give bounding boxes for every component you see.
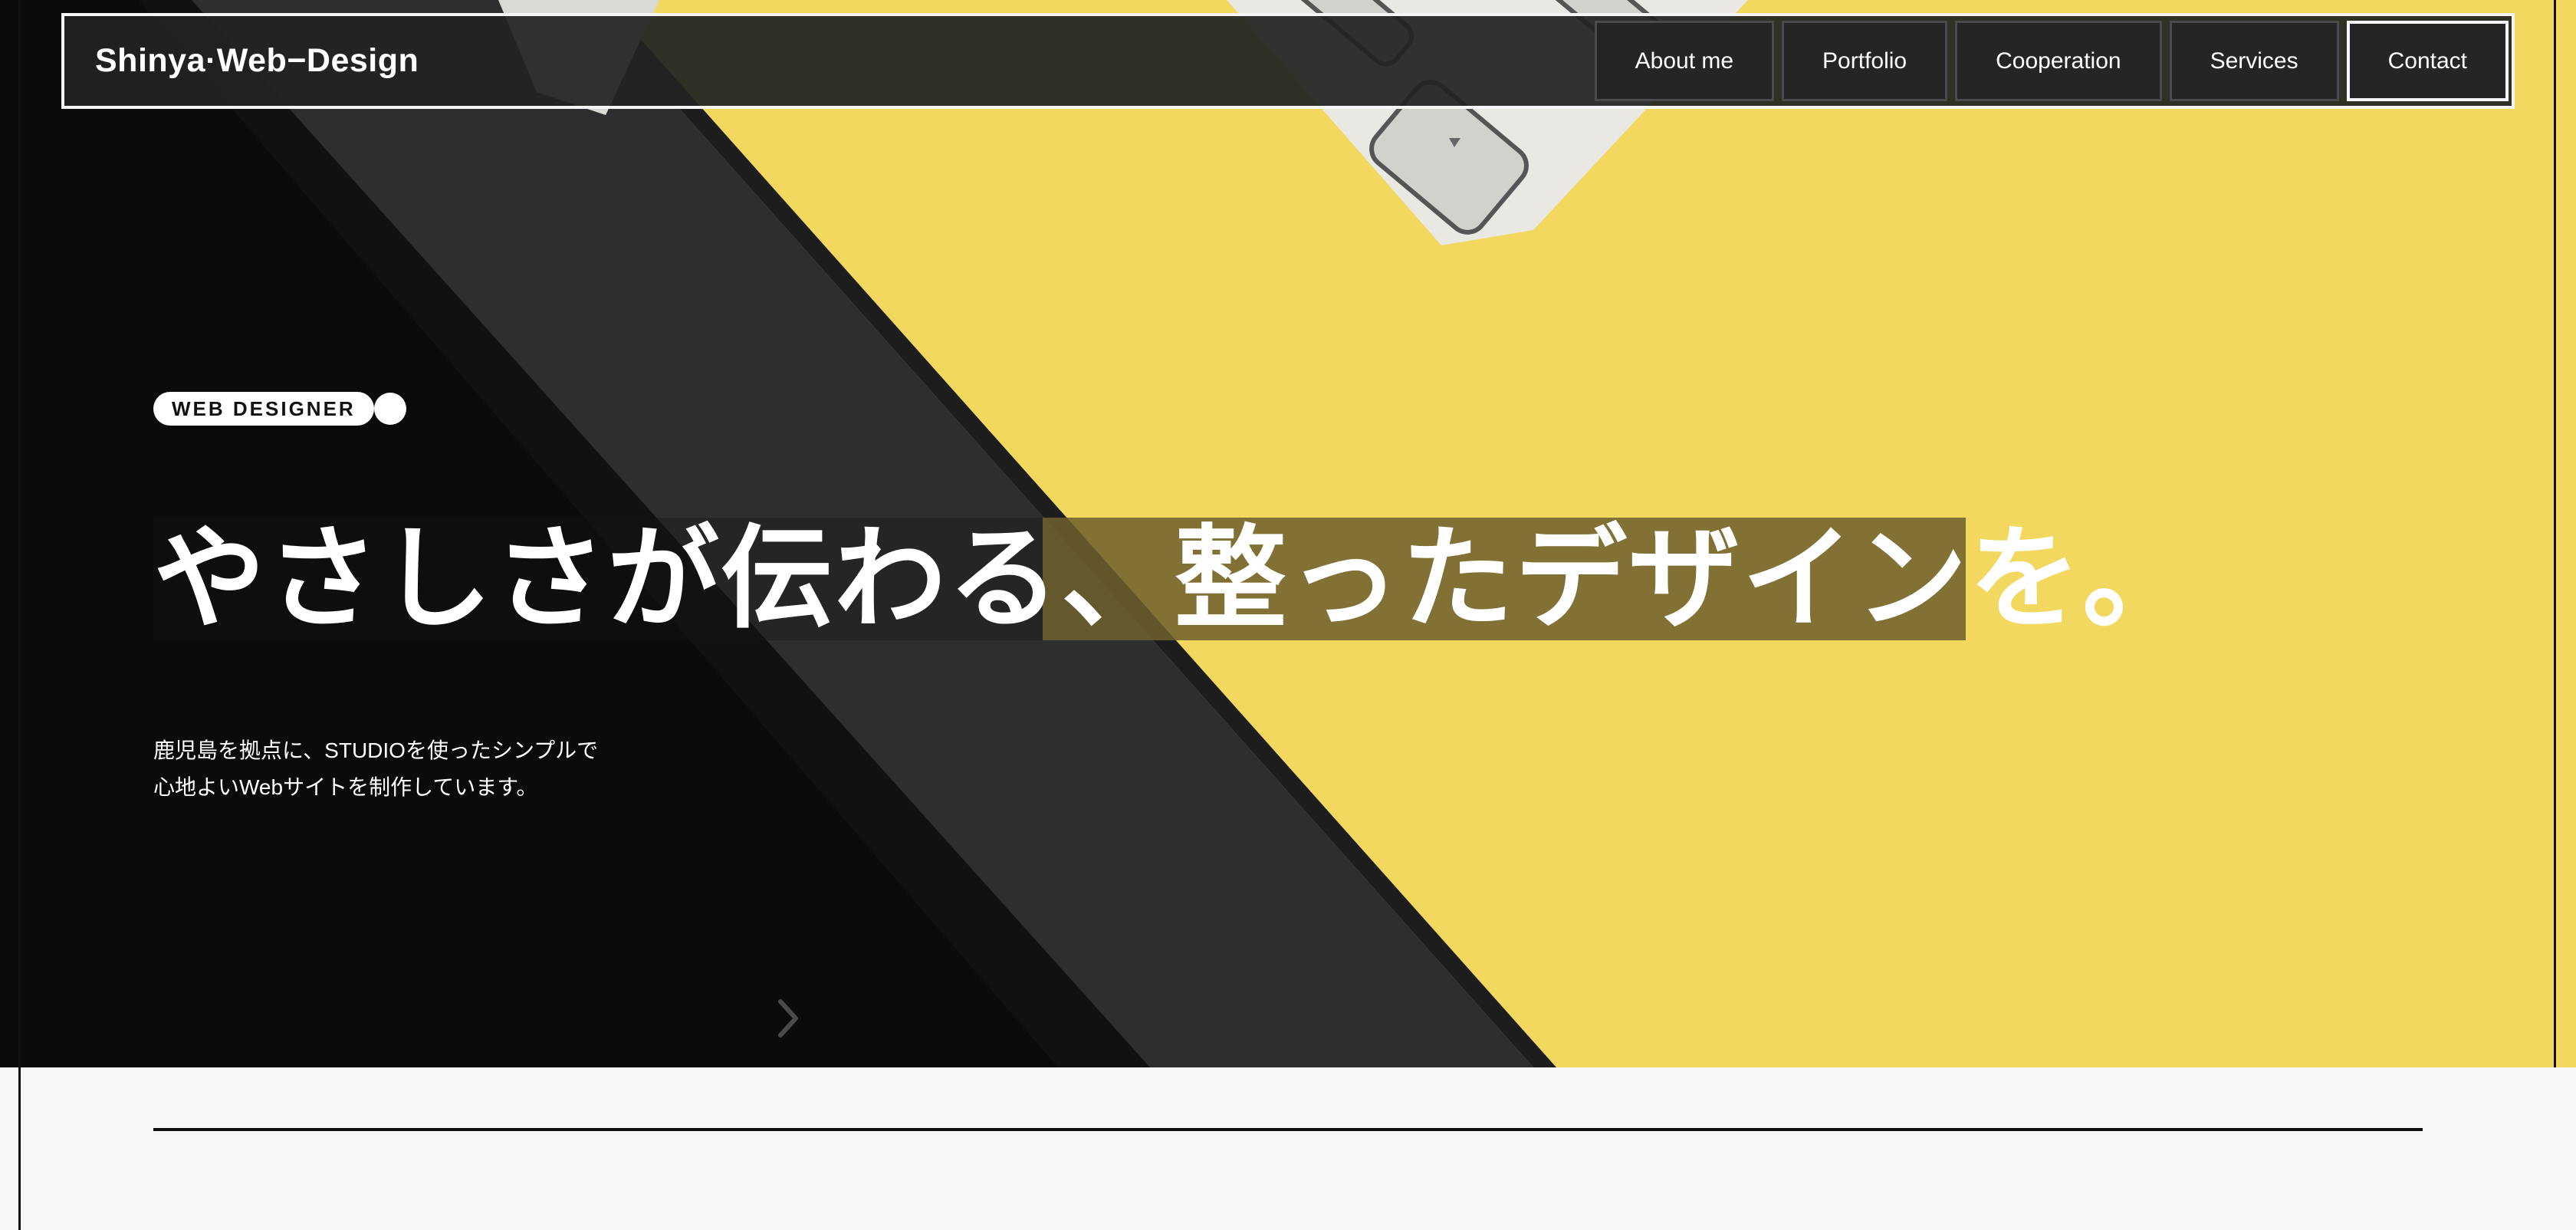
site-header: Shinya·Web−Design About me Portfolio Coo…: [61, 13, 2515, 109]
hero-headline: やさしさが伝わる、整ったデザインを。: [153, 514, 2196, 644]
page-frame-left-line: [18, 0, 21, 1230]
page-frame-right-line: [2554, 0, 2556, 1067]
hero-lead-line-2: 心地よいWebサイトを制作しています。: [153, 775, 538, 799]
chevron-right-icon[interactable]: [773, 997, 803, 1040]
site-logo[interactable]: Shinya·Web−Design: [95, 16, 419, 106]
hero-lead-line-1: 鹿児島を拠点に、STUDIOを使ったシンプルで: [153, 738, 599, 762]
nav-item-portfolio[interactable]: Portfolio: [1782, 21, 1948, 101]
main-nav: About me Portfolio Cooperation Services …: [1594, 21, 2509, 101]
nav-item-about-me[interactable]: About me: [1594, 21, 1775, 101]
hero-lead-text: 鹿児島を拠点に、STUDIOを使ったシンプルで 心地よいWebサイトを制作してい…: [153, 732, 598, 806]
section-divider: [153, 1128, 2423, 1131]
role-badge-label: WEB DESIGNER: [153, 392, 374, 426]
nav-item-cooperation[interactable]: Cooperation: [1955, 21, 2162, 101]
role-badge: WEB DESIGNER: [153, 392, 406, 426]
nav-item-contact[interactable]: Contact: [2346, 21, 2509, 101]
badge-dot-icon: [373, 393, 406, 425]
nav-item-services[interactable]: Services: [2169, 21, 2339, 101]
